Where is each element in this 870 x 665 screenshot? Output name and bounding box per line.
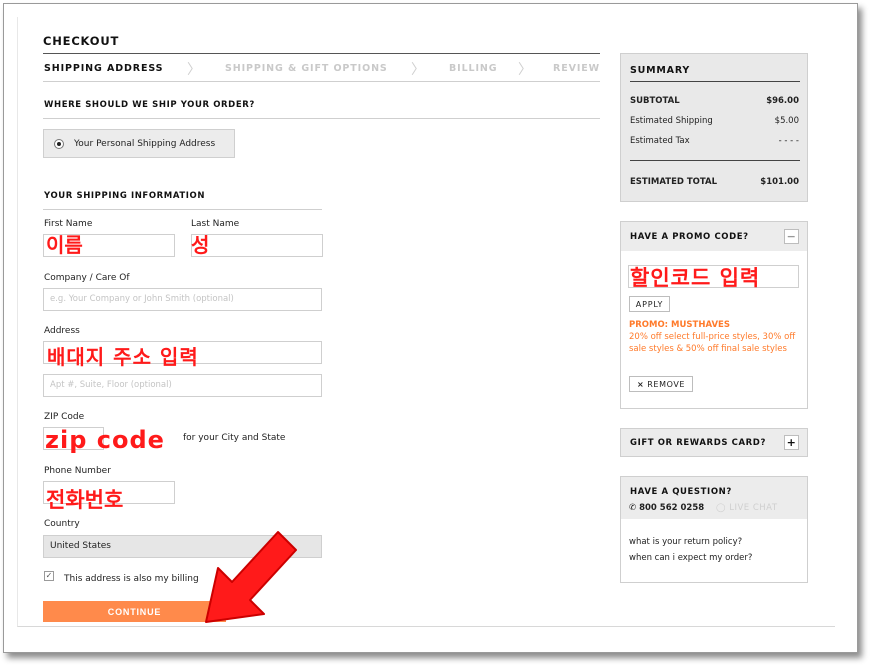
- promo-title: HAVE A PROMO CODE?: [630, 231, 749, 242]
- ship-question-divider: [43, 118, 600, 119]
- zip-hint: for your City and State: [183, 433, 286, 443]
- step-shipping-address[interactable]: SHIPPING ADDRESS: [44, 63, 163, 74]
- summary-shipping-row: Estimated Shipping $5.00: [630, 116, 799, 126]
- total-label: ESTIMATED TOTAL: [630, 177, 718, 187]
- annotation-address: 배대지 주소 입력: [47, 345, 199, 369]
- chevron-right-icon: 〉: [187, 62, 201, 78]
- order-summary: SUMMARY SUBTOTAL $96.00 Estimated Shippi…: [620, 53, 808, 202]
- zip-label: ZIP Code: [44, 412, 85, 422]
- tax-value: - - - -: [778, 136, 799, 146]
- shipping-value: $5.00: [774, 116, 799, 126]
- billing-checkbox[interactable]: ✓: [44, 571, 54, 581]
- red-arrow-icon: [205, 531, 297, 623]
- subtotal-label: SUBTOTAL: [630, 96, 680, 106]
- annotation-promo: 할인코드 입력: [630, 266, 761, 290]
- shipping-info-divider: [43, 209, 322, 210]
- summary-total-row: ESTIMATED TOTAL $101.00: [630, 177, 799, 187]
- return-policy-link[interactable]: what is your return policy?: [629, 537, 742, 547]
- address2-input[interactable]: Apt #, Suite, Floor (optional): [43, 374, 322, 397]
- summary-tax-row: Estimated Tax - - - -: [630, 136, 799, 146]
- question-title: HAVE A QUESTION?: [630, 487, 732, 497]
- total-value: $101.00: [760, 177, 799, 187]
- gift-card-panel[interactable]: GIFT OR REWARDS CARD? +: [620, 428, 808, 457]
- title-divider: [43, 53, 600, 54]
- shipping-info-heading: YOUR SHIPPING INFORMATION: [44, 191, 206, 201]
- collapse-icon[interactable]: −: [784, 229, 799, 244]
- chevron-right-icon: 〉: [411, 62, 425, 78]
- apply-button[interactable]: APPLY: [629, 296, 670, 312]
- chat-bubble-icon: ◯: [716, 503, 727, 513]
- continue-button[interactable]: CONTINUE: [43, 601, 226, 622]
- summary-subtotal-row: SUBTOTAL $96.00: [630, 96, 799, 106]
- company-label: Company / Care Of: [44, 273, 130, 283]
- summary-divider: [630, 81, 800, 82]
- first-name-label: First Name: [44, 219, 93, 229]
- summary-title: SUMMARY: [630, 65, 691, 76]
- annotation-first-name: 이름: [46, 233, 83, 257]
- company-input[interactable]: e.g. Your Company or John Smith (optiona…: [43, 288, 322, 311]
- step-shipping-gift-options[interactable]: SHIPPING & GIFT OPTIONS: [225, 63, 388, 74]
- billing-checkbox-label: This address is also my billing: [64, 574, 199, 584]
- live-chat-link[interactable]: ◯ LIVE CHAT: [716, 503, 778, 513]
- order-timing-link[interactable]: when can i expect my order?: [629, 553, 752, 563]
- promo-description: 20% off select full-price styles, 30% of…: [629, 332, 796, 354]
- step-billing[interactable]: BILLING: [449, 63, 497, 74]
- promo-name: PROMO: MUSTHAVES: [629, 320, 730, 330]
- radio-selected-icon[interactable]: [54, 138, 64, 149]
- step-review[interactable]: REVIEW: [553, 63, 600, 74]
- summary-total-divider: [630, 160, 800, 161]
- annotation-last-name: 성: [191, 233, 210, 257]
- promo-header[interactable]: HAVE A PROMO CODE? −: [621, 222, 807, 251]
- remove-button[interactable]: × REMOVE: [629, 376, 693, 392]
- annotation-zip: zip code: [45, 426, 165, 454]
- phone-icon: ✆: [629, 503, 637, 513]
- page-title: CHECKOUT: [43, 34, 120, 48]
- personal-address-option[interactable]: Your Personal Shipping Address: [43, 129, 235, 158]
- country-label: Country: [44, 519, 80, 529]
- annotation-phone: 전화번호: [46, 488, 124, 512]
- question-panel: HAVE A QUESTION?: [620, 476, 808, 583]
- last-name-label: Last Name: [191, 219, 240, 229]
- shipping-label: Estimated Shipping: [630, 116, 713, 126]
- gift-card-header[interactable]: GIFT OR REWARDS CARD? +: [621, 429, 807, 456]
- ship-question-heading: WHERE SHOULD WE SHIP YOUR ORDER?: [44, 100, 255, 110]
- steps-divider: [43, 81, 600, 82]
- address-label: Address: [44, 326, 80, 336]
- remove-label: REMOVE: [647, 379, 686, 389]
- expand-icon[interactable]: +: [784, 435, 799, 450]
- close-icon: ×: [636, 379, 645, 389]
- last-name-input[interactable]: [191, 234, 323, 257]
- support-phone[interactable]: ✆ 800 562 0258: [629, 503, 704, 513]
- gift-card-title: GIFT OR REWARDS CARD?: [630, 437, 766, 448]
- address-option-label: Your Personal Shipping Address: [74, 138, 216, 149]
- phone-label: Phone Number: [44, 466, 111, 476]
- tax-label: Estimated Tax: [630, 136, 690, 146]
- subtotal-value: $96.00: [766, 96, 799, 106]
- chevron-right-icon: 〉: [518, 62, 532, 78]
